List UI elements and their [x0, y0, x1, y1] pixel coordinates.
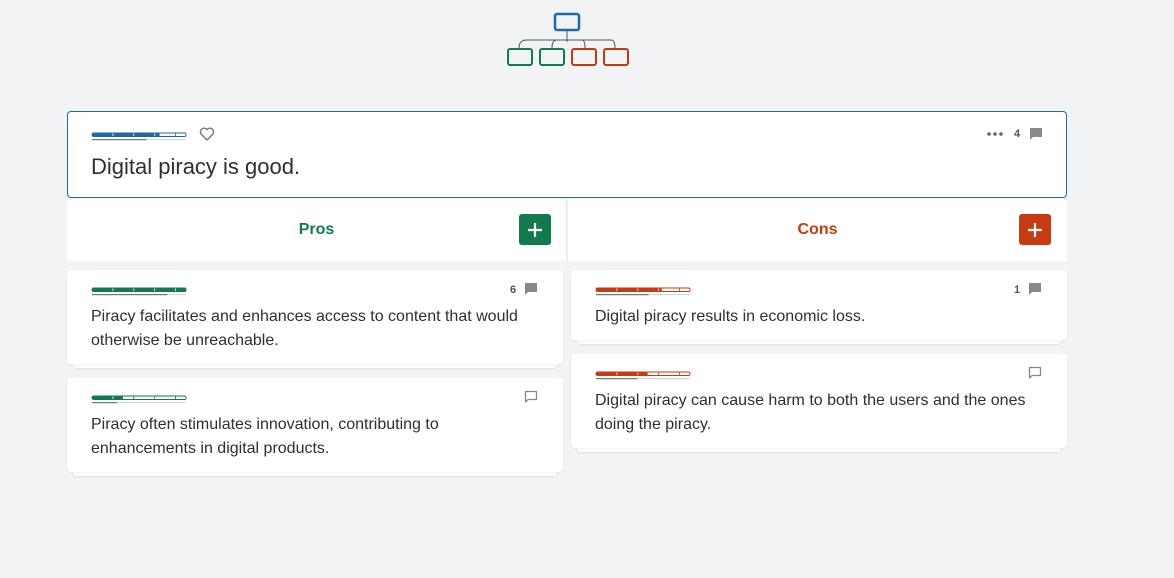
add-con-button[interactable] [1019, 214, 1051, 245]
claim-text: Digital piracy results in economic loss. [595, 308, 866, 325]
impact-bar [595, 287, 691, 296]
impact-bar [91, 395, 187, 404]
claim-text: Piracy often stimulates innovation, cont… [91, 416, 439, 457]
comment-icon[interactable] [524, 282, 538, 296]
stack-indicator [73, 364, 557, 368]
con-claim-card[interactable]: 1 Digital piracy results in economic los… [571, 270, 1067, 340]
comment-count: 4 [1014, 128, 1021, 140]
stack-indicator [577, 340, 1061, 344]
comment-icon[interactable] [1028, 282, 1042, 296]
pros-title: Pros [298, 221, 335, 238]
plus-icon [1028, 222, 1042, 237]
cons-title: Cons [797, 221, 838, 238]
comment-count: 6 [510, 284, 517, 296]
comment-outline-icon[interactable] [524, 390, 538, 404]
con-claim-card[interactable]: Digital piracy can cause harm to both th… [571, 354, 1067, 448]
impact-bar [91, 287, 187, 296]
plus-icon [528, 222, 542, 237]
comment-icon[interactable] [1029, 127, 1043, 141]
more-dots-icon[interactable] [987, 132, 1003, 136]
comment-outline-icon[interactable] [1028, 366, 1042, 380]
cons-header: Cons [568, 199, 1067, 261]
stack-indicator [577, 448, 1061, 452]
claim-text: Digital piracy can cause harm to both th… [595, 392, 1026, 433]
claim-text: Piracy facilitates and enhances access t… [91, 308, 518, 349]
add-pro-button[interactable] [519, 214, 551, 245]
argument-map-icon[interactable] [505, 12, 633, 68]
pro-claim-card[interactable]: Piracy often stimulates innovation, cont… [67, 378, 563, 472]
thesis-card[interactable]: 4 Digital piracy is good. [67, 111, 1067, 198]
impact-bar [595, 371, 691, 380]
heart-icon[interactable] [199, 126, 215, 142]
pro-claim-card[interactable]: 6 Piracy facilitates and enhances access… [67, 270, 563, 364]
pros-header: Pros [67, 199, 567, 261]
stack-indicator [73, 472, 557, 476]
impact-bar [91, 132, 187, 141]
comment-count: 1 [1014, 284, 1021, 296]
thesis-text: Digital piracy is good. [91, 154, 301, 179]
